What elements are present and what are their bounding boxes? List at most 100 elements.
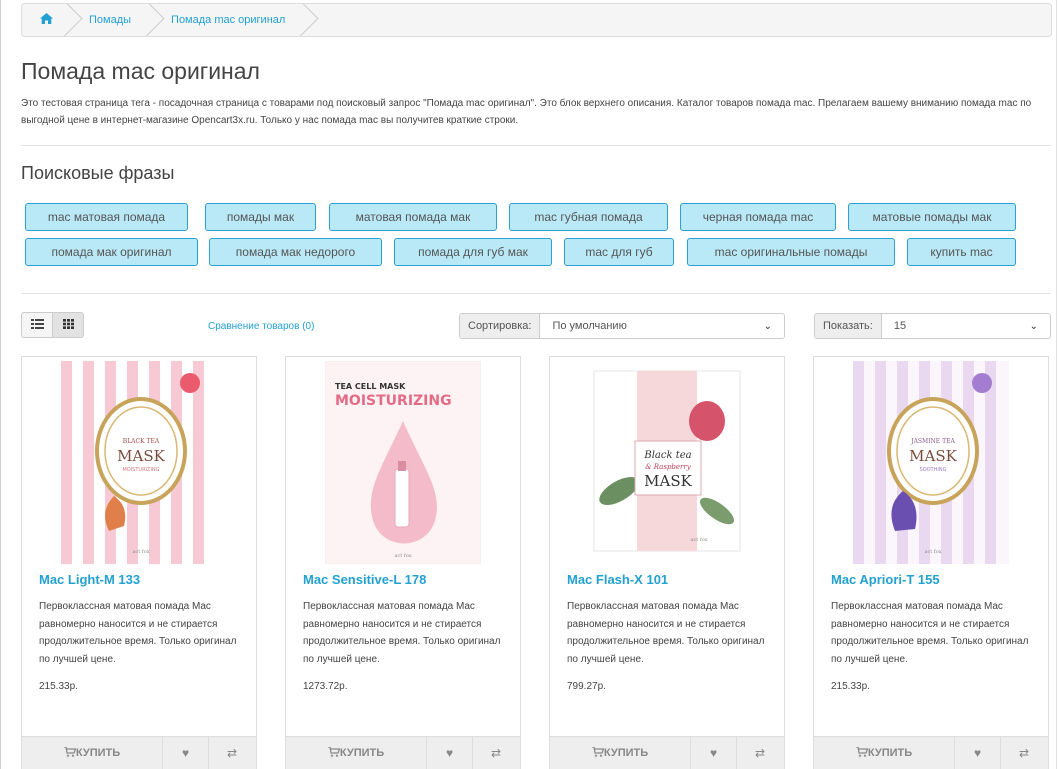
image-text: JASMINE TEA	[910, 438, 955, 445]
product-price: 799.27р.	[567, 681, 606, 692]
image-text: MASK	[117, 447, 165, 465]
tag-link[interactable]: mac губная помада	[509, 203, 668, 231]
sort-value: По умолчанию	[552, 320, 627, 332]
buy-label: КУПИТЬ	[339, 747, 385, 759]
page-left-border	[0, 0, 1, 769]
breadcrumb-home[interactable]	[22, 4, 67, 36]
product-image[interactable]: Black tea & Raspberry MASK act fox	[589, 361, 745, 564]
cart-icon	[327, 745, 341, 760]
product-description: Первоклассная матовая помада Mac равноме…	[39, 601, 237, 665]
product-actions: КУПИТЬ ♥ ⇄	[286, 736, 520, 769]
buy-button[interactable]: КУПИТЬ	[814, 737, 955, 769]
image-text: TEA CELL MASK	[335, 382, 406, 391]
heart-icon: ♥	[181, 746, 190, 760]
product-description: Первоклассная матовая помада Mac равноме…	[831, 601, 1029, 665]
product-card: JASMINE TEA MASK SOOTHING act fox Mac Ap…	[813, 356, 1049, 769]
compare-products-link[interactable]: Сравнение товаров (0)	[208, 321, 314, 332]
product-price: 215.33р.	[831, 681, 870, 692]
product-actions: КУПИТЬ ♥ ⇄	[22, 736, 256, 769]
cart-icon	[591, 745, 605, 760]
image-text: MASK	[644, 472, 692, 490]
tag-link[interactable]: помада для губ мак	[394, 238, 552, 266]
compare-button[interactable]: ⇄	[473, 737, 519, 769]
product-image[interactable]: TEA CELL MASK MOISTURIZING act fox	[325, 361, 481, 564]
breadcrumb-item-current[interactable]: Помада mac оригинал	[149, 4, 303, 36]
product-description: Первоклассная матовая помада Mac равноме…	[567, 601, 765, 665]
image-text: MOISTURIZING	[122, 467, 159, 473]
heart-icon: ♥	[973, 746, 982, 760]
image-text: act fox	[690, 537, 707, 543]
buy-button[interactable]: КУПИТЬ	[550, 737, 691, 769]
product-price: 1273.72р.	[303, 681, 348, 692]
chevron-down-icon: ⌄	[763, 320, 772, 332]
product-card: BLACK TEA MASK MOISTURIZING act fox Mac …	[21, 356, 257, 769]
product-description: Первоклассная матовая помада Mac равноме…	[303, 601, 501, 665]
tag-link[interactable]: купить mac	[907, 238, 1016, 266]
tag-link[interactable]: mac для губ	[564, 238, 674, 266]
tag-link[interactable]: mac оригинальные помады	[687, 238, 895, 266]
compare-button[interactable]: ⇄	[1001, 737, 1047, 769]
product-image[interactable]: JASMINE TEA MASK SOOTHING act fox	[853, 361, 1009, 564]
tag-link[interactable]: черная помада mac	[680, 203, 836, 231]
buy-label: КУПИТЬ	[75, 747, 121, 759]
grid-view-button[interactable]	[52, 312, 84, 338]
product-actions: КУПИТЬ ♥ ⇄	[550, 736, 784, 769]
buy-button[interactable]: КУПИТЬ	[286, 737, 427, 769]
buy-label: КУПИТЬ	[867, 747, 913, 759]
breadcrumb: Помады Помада mac оригинал	[21, 3, 1052, 37]
product-name-link[interactable]: Mac Sensitive-L 178	[303, 572, 426, 587]
divider	[21, 145, 1051, 146]
product-actions: КУПИТЬ ♥ ⇄	[814, 736, 1048, 769]
limit-label: Показать:	[815, 314, 882, 338]
image-text: act fox	[924, 549, 941, 555]
compare-arrows-icon: ⇄	[490, 746, 502, 760]
scrollbar-track[interactable]	[1056, 0, 1057, 769]
product-card: Black tea & Raspberry MASK act fox Mac F…	[549, 356, 785, 769]
cart-icon	[63, 745, 77, 760]
heart-icon: ♥	[445, 746, 454, 760]
image-text: MOISTURIZING	[335, 393, 452, 409]
search-phrases-title: Поисковые фразы	[21, 163, 175, 183]
product-image[interactable]: BLACK TEA MASK MOISTURIZING act fox	[61, 361, 217, 564]
compare-arrows-icon: ⇄	[754, 746, 766, 760]
compare-arrows-icon: ⇄	[226, 746, 238, 760]
product-card: TEA CELL MASK MOISTURIZING act fox Mac S…	[285, 356, 521, 769]
divider	[21, 293, 1051, 294]
limit-select[interactable]: 15 ⌄	[881, 314, 1050, 338]
product-name-link[interactable]: Mac Flash-X 101	[567, 572, 668, 587]
limit-select-group: Показать: 15 ⌄	[814, 313, 1051, 339]
heart-icon: ♥	[709, 746, 718, 760]
page-title: Помада mac оригинал	[21, 58, 260, 84]
sort-select-group: Сортировка: По умолчанию ⌄	[459, 313, 785, 339]
compare-button[interactable]: ⇄	[737, 737, 783, 769]
wishlist-button[interactable]: ♥	[427, 737, 473, 769]
sort-select[interactable]: По умолчанию ⌄	[540, 314, 784, 338]
page-description: Это тестовая страница тега - посадочная …	[21, 98, 1032, 126]
tag-link[interactable]: помада мак оригинал	[25, 238, 198, 266]
tag-link[interactable]: матовые помады мак	[848, 203, 1016, 231]
product-name-link[interactable]: Mac Light-M 133	[39, 572, 140, 587]
wishlist-button[interactable]: ♥	[691, 737, 737, 769]
wishlist-button[interactable]: ♥	[163, 737, 209, 769]
list-icon	[30, 318, 44, 332]
buy-label: КУПИТЬ	[603, 747, 649, 759]
wishlist-button[interactable]: ♥	[955, 737, 1001, 769]
image-text: MASK	[909, 447, 957, 465]
image-text: SOOTHING	[920, 467, 947, 473]
tag-link[interactable]: помады мак	[205, 203, 316, 231]
product-name-link[interactable]: Mac Apriori-T 155	[831, 572, 940, 587]
grid-icon	[62, 318, 74, 332]
compare-button[interactable]: ⇄	[209, 737, 255, 769]
image-text: act fox	[394, 553, 411, 559]
image-text: BLACK TEA	[123, 438, 160, 445]
tag-link[interactable]: mac матовая помада	[25, 203, 188, 231]
buy-button[interactable]: КУПИТЬ	[22, 737, 163, 769]
list-view-button[interactable]	[21, 312, 53, 338]
limit-value: 15	[893, 320, 907, 332]
cart-icon	[855, 745, 869, 760]
compare-arrows-icon: ⇄	[1018, 746, 1030, 760]
tag-link[interactable]: матовая помада мак	[329, 203, 497, 231]
tag-link[interactable]: помада мак недорого	[209, 238, 382, 266]
image-text: & Raspberry	[645, 463, 691, 471]
image-text: Black tea	[643, 450, 691, 461]
